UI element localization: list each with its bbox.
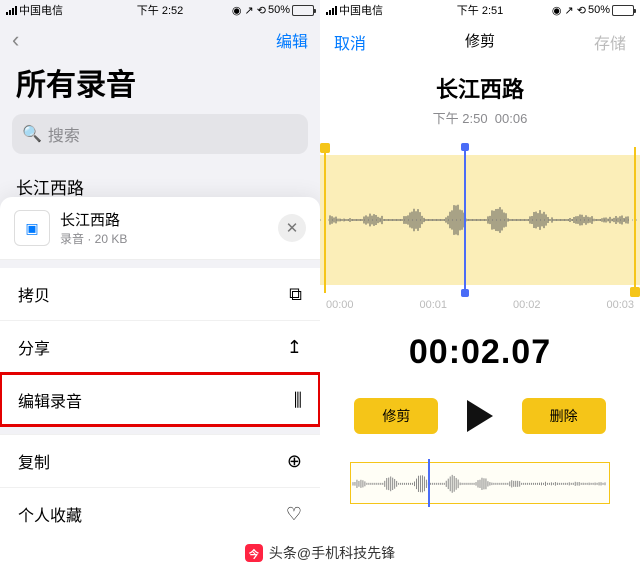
sheet-subtitle: 录音 · 20 KB — [60, 230, 127, 247]
waveform-icon — [320, 155, 640, 285]
menu-icon: ↥ — [287, 337, 302, 358]
menu-label: 编辑录音 — [18, 388, 82, 412]
signal-icon — [6, 6, 17, 15]
watermark-text: 头条@手机科技先锋 — [269, 543, 395, 563]
carrier: 中国电信 — [339, 2, 383, 18]
page-title: 所有录音 — [0, 60, 320, 114]
trim-handle-right[interactable] — [630, 147, 640, 293]
status-time: 下午 2:52 — [137, 2, 183, 18]
tick: 00:00 — [326, 299, 354, 311]
battery-icon — [612, 5, 634, 16]
status-bar: 中国电信 下午 2:52 ◉ ↗ ⟲50% — [0, 0, 320, 20]
close-button[interactable]: ✕ — [278, 214, 306, 242]
toutiao-logo-icon: 今 — [245, 544, 263, 562]
file-icon: ▣ — [14, 210, 50, 246]
menu-item-2[interactable]: 编辑录音 ⫼ — [0, 373, 320, 426]
cancel-button[interactable]: 取消 — [334, 30, 366, 54]
trim-handle-left[interactable] — [320, 147, 330, 293]
timeline: 00:00 00:01 00:02 00:03 — [320, 285, 640, 311]
tick: 00:02 — [513, 299, 541, 311]
menu-icon: ♡ — [286, 504, 302, 525]
search-icon: 🔍 — [22, 124, 42, 144]
location-icon: ◉ ↗ ⟲ — [232, 4, 266, 17]
menu-item-0[interactable]: 拷贝 ⧉ — [0, 268, 320, 320]
tick: 00:01 — [419, 299, 447, 311]
status-time: 下午 2:51 — [457, 2, 503, 18]
location-icon: ◉ ↗ ⟲ — [552, 4, 586, 17]
play-button[interactable] — [467, 400, 493, 432]
menu-icon: ⧉ — [289, 284, 302, 305]
back-button[interactable]: ‹ — [12, 27, 19, 53]
trim-button[interactable]: 修剪 — [354, 398, 438, 434]
recording-name: 长江西路 — [320, 72, 640, 104]
menu-item-4[interactable]: 个人收藏 ♡ — [0, 487, 320, 540]
watermark: 今 头条@手机科技先锋 — [0, 539, 640, 567]
menu-label: 分享 — [18, 335, 50, 359]
menu-label: 拷贝 — [18, 282, 50, 306]
menu-item-1[interactable]: 分享 ↥ — [0, 320, 320, 373]
delete-button[interactable]: 删除 — [522, 398, 606, 434]
playhead[interactable] — [464, 147, 466, 293]
battery-pct: 50% — [588, 4, 610, 16]
minimap-wave-icon — [351, 463, 609, 505]
carrier: 中国电信 — [19, 2, 63, 18]
search-input[interactable]: 🔍 搜索 — [12, 114, 308, 154]
recording-name: 长江西路 — [16, 174, 304, 199]
menu-icon: ⊕ — [287, 451, 302, 472]
current-time: 00:02.07 — [320, 333, 640, 372]
minimap-playhead[interactable] — [428, 459, 430, 507]
trim-title: 修剪 — [465, 33, 495, 50]
share-sheet: ▣ 长江西路 录音 · 20 KB ✕ 拷贝 ⧉ 分享 ↥ 编辑录音 ⫼ 复制 ⊕ 个人收藏 ♡ — [0, 197, 320, 540]
menu-item-3[interactable]: 复制 ⊕ — [0, 434, 320, 487]
waveform-editor[interactable] — [320, 155, 640, 285]
menu-icon: ⫼ — [294, 390, 302, 411]
search-placeholder: 搜索 — [48, 122, 80, 146]
edit-button[interactable]: 编辑 — [276, 28, 308, 52]
menu-label: 复制 — [18, 449, 50, 473]
menu-label: 个人收藏 — [18, 502, 82, 526]
battery-pct: 50% — [268, 4, 290, 16]
status-bar: 中国电信 下午 2:51 ◉ ↗ ⟲50% — [320, 0, 640, 20]
recording-duration: 00:06 — [495, 111, 528, 126]
minimap[interactable] — [350, 462, 610, 504]
sheet-title: 长江西路 — [60, 209, 127, 230]
signal-icon — [326, 6, 337, 15]
save-button[interactable]: 存储 — [594, 30, 626, 54]
battery-icon — [292, 5, 314, 16]
tick: 00:03 — [606, 299, 634, 311]
recording-time: 下午 2:50 — [433, 111, 488, 126]
